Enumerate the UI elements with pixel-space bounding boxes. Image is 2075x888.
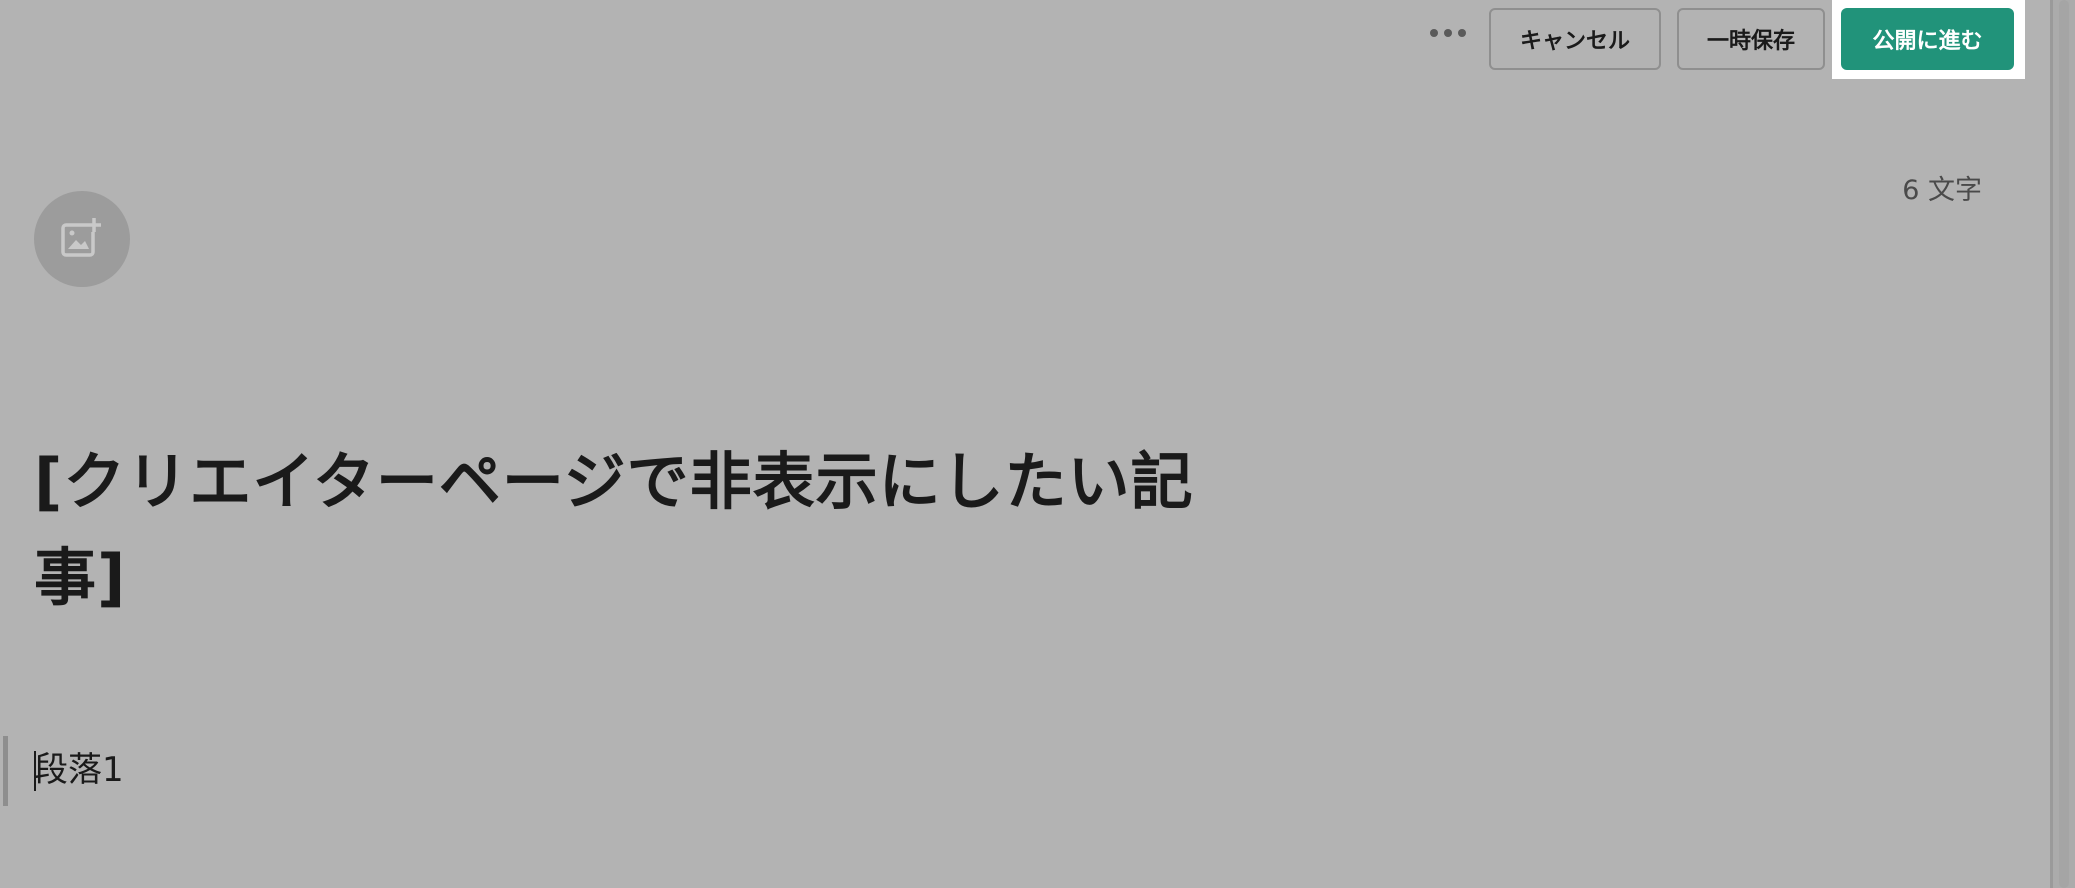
dot [1430,29,1438,37]
save-draft-button[interactable]: 一時保存 [1677,8,1825,70]
image-add-icon [61,218,101,257]
text-caret [34,751,36,791]
dot [1444,29,1452,37]
editor-page: キャンセル 一時保存 公開に進む 6 文字 [クリエイターページで非表示にしたい… [0,0,2075,888]
paragraph-focus-bar [3,736,8,806]
article-title[interactable]: [クリエイターページで非表示にしたい記 事] [34,434,1234,626]
add-header-image-button[interactable] [34,191,130,287]
title-line: 事] [34,541,127,614]
more-options-icon[interactable] [1430,26,1466,40]
cancel-button[interactable]: キャンセル [1489,8,1661,70]
character-count: 6 文字 [1902,175,1982,206]
title-line: [クリエイターページで非表示にしたい記 [34,445,1194,518]
body-paragraph[interactable]: 段落1 [34,748,124,792]
dot [1458,29,1466,37]
scrollbar[interactable] [2050,0,2075,888]
scrollbar-thumb[interactable] [2059,0,2069,888]
publish-button[interactable]: 公開に進む [1841,8,2014,70]
